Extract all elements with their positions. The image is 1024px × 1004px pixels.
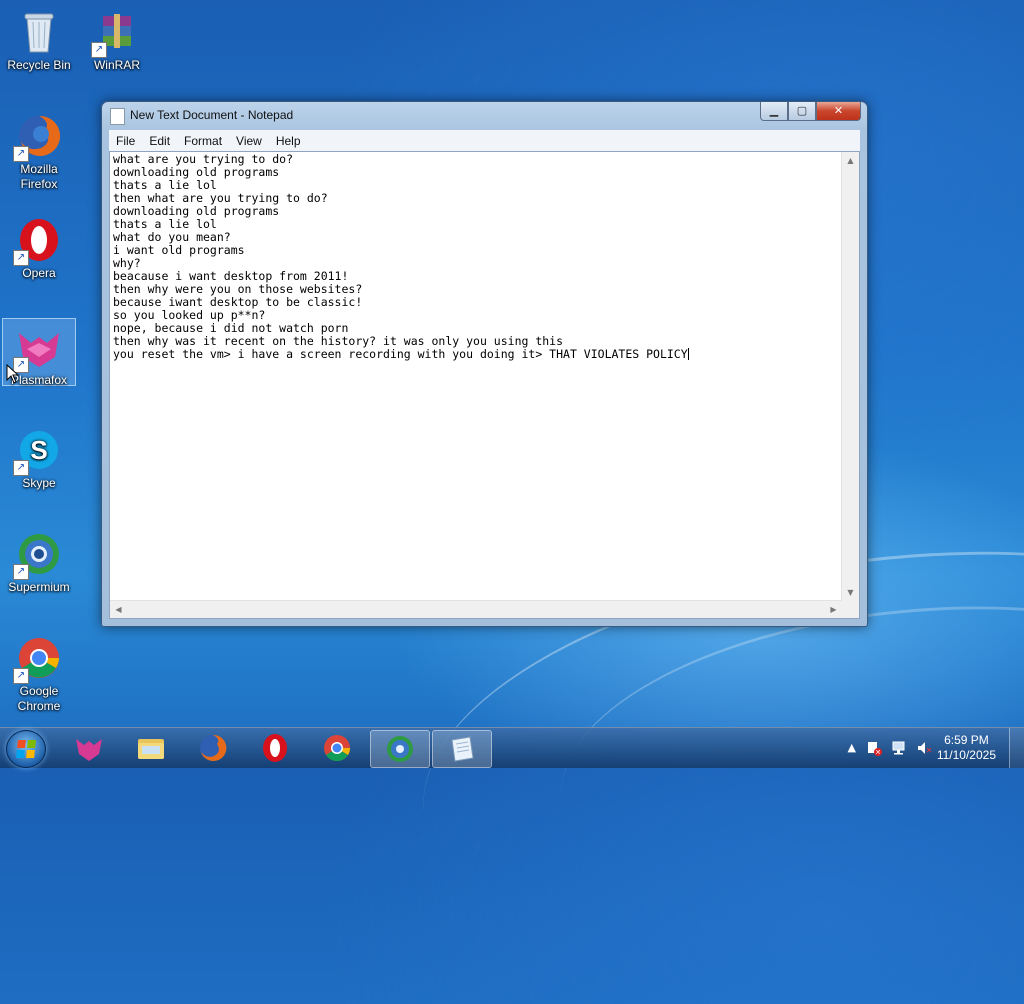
notepad-icon — [451, 736, 474, 762]
svg-text:✕: ✕ — [926, 746, 932, 755]
taskbar-firefox[interactable] — [184, 730, 242, 766]
scroll-down-icon[interactable]: ▼ — [842, 584, 859, 601]
menu-format[interactable]: Format — [177, 134, 229, 148]
notepad-icon — [110, 108, 125, 125]
clock-time: 6:59 PM — [944, 733, 989, 747]
taskbar-supermium[interactable] — [370, 730, 430, 768]
desktop-icon-firefox[interactable]: ↗ Mozilla Firefox — [3, 108, 75, 192]
maximize-button[interactable]: ▢ — [788, 102, 816, 121]
scroll-up-icon[interactable]: ▲ — [842, 152, 859, 169]
taskbar: ▲ ✕ ✕ 6:59 PM 11/10/2025 — [0, 727, 1024, 768]
mouse-cursor-icon — [6, 364, 20, 384]
firefox-icon: ↗ — [13, 112, 63, 162]
horizontal-scrollbar[interactable]: ◀ ▶ — [110, 600, 842, 618]
text-editor[interactable]: what are you trying to do? downloading ol… — [109, 151, 860, 619]
winrar-icon: ↗ — [91, 8, 141, 58]
clock-date: 11/10/2025 — [936, 748, 996, 762]
opera-icon — [263, 734, 287, 762]
editor-text[interactable]: what are you trying to do? downloading ol… — [113, 153, 839, 600]
vertical-scrollbar[interactable]: ▲ ▼ — [841, 152, 859, 601]
menu-file[interactable]: File — [109, 134, 142, 148]
shortcut-arrow-icon: ↗ — [13, 668, 29, 684]
supermium-icon: ↗ — [13, 530, 63, 580]
firefox-icon — [200, 734, 227, 761]
resize-grip[interactable] — [842, 601, 859, 618]
desktop-icon-opera[interactable]: ↗ Opera — [3, 212, 75, 281]
shortcut-arrow-icon: ↗ — [13, 250, 29, 266]
scroll-left-icon[interactable]: ◀ — [110, 601, 127, 618]
desktop-icon-winrar[interactable]: ↗ WinRAR — [81, 4, 153, 73]
shortcut-arrow-icon: ↗ — [13, 146, 29, 162]
chrome-icon — [324, 735, 351, 762]
action-center-icon[interactable]: ✕ — [866, 740, 882, 756]
desktop-icon-chrome[interactable]: ↗ Google Chrome — [3, 630, 75, 714]
shortcut-arrow-icon: ↗ — [91, 42, 107, 58]
menu-help[interactable]: Help — [269, 134, 308, 148]
taskbar-opera[interactable] — [246, 730, 304, 766]
recycle-bin-icon — [15, 8, 63, 56]
desktop-icon-label: Opera — [22, 266, 56, 280]
taskbar-plasmafox[interactable] — [60, 730, 118, 766]
system-clock[interactable]: 6:59 PM 11/10/2025 — [937, 733, 996, 763]
text-caret — [687, 348, 689, 360]
title-bar[interactable]: New Text Document - Notepad ▁ ▢ ✕ — [102, 102, 867, 130]
close-button[interactable]: ✕ — [816, 102, 861, 121]
scroll-right-icon[interactable]: ▶ — [825, 601, 842, 618]
menu-edit[interactable]: Edit — [142, 134, 177, 148]
taskbar-explorer[interactable] — [122, 730, 180, 766]
menu-view[interactable]: View — [229, 134, 269, 148]
supermium-icon — [387, 736, 413, 762]
desktop-icon-skype[interactable]: S ↗ Skype — [3, 422, 75, 491]
shortcut-arrow-icon: ↗ — [13, 460, 29, 476]
plasmafox-icon: ↗ — [13, 323, 63, 373]
shortcut-arrow-icon: ↗ — [13, 564, 29, 580]
desktop-icon-label: WinRAR — [93, 58, 140, 72]
desktop-icon-recycle-bin[interactable]: Recycle Bin — [3, 4, 75, 73]
desktop-icon-supermium[interactable]: ↗ Supermium — [3, 526, 75, 595]
desktop-icon-label: Supermium — [8, 580, 70, 594]
desktop-icon-label: Recycle Bin — [7, 58, 71, 72]
notepad-window[interactable]: New Text Document - Notepad ▁ ▢ ✕ File E… — [101, 101, 868, 627]
desktop-icon-label: Mozilla Firefox — [20, 162, 58, 191]
svg-text:S: S — [30, 435, 47, 465]
plasmafox-icon — [76, 739, 102, 761]
taskbar-chrome[interactable] — [308, 730, 366, 766]
chrome-icon: ↗ — [13, 634, 63, 684]
menu-bar: File Edit Format View Help — [109, 130, 860, 151]
skype-icon: S ↗ — [13, 426, 63, 476]
network-icon[interactable] — [892, 740, 908, 756]
desktop-icon-label: Skype — [22, 476, 56, 490]
taskbar-notepad[interactable] — [432, 730, 492, 768]
window-title: New Text Document - Notepad — [130, 108, 294, 122]
opera-icon: ↗ — [13, 216, 63, 266]
windows-logo-icon — [16, 740, 36, 758]
desktop-icon-label: Google Chrome — [17, 684, 61, 713]
tray-show-hidden-icon[interactable]: ▲ — [848, 741, 856, 754]
svg-text:✕: ✕ — [875, 749, 881, 757]
minimize-button[interactable]: ▁ — [760, 102, 788, 121]
explorer-icon — [138, 739, 164, 759]
start-button[interactable] — [6, 730, 46, 768]
volume-muted-icon[interactable]: ✕ — [916, 740, 932, 756]
show-desktop-button[interactable] — [1009, 728, 1024, 768]
